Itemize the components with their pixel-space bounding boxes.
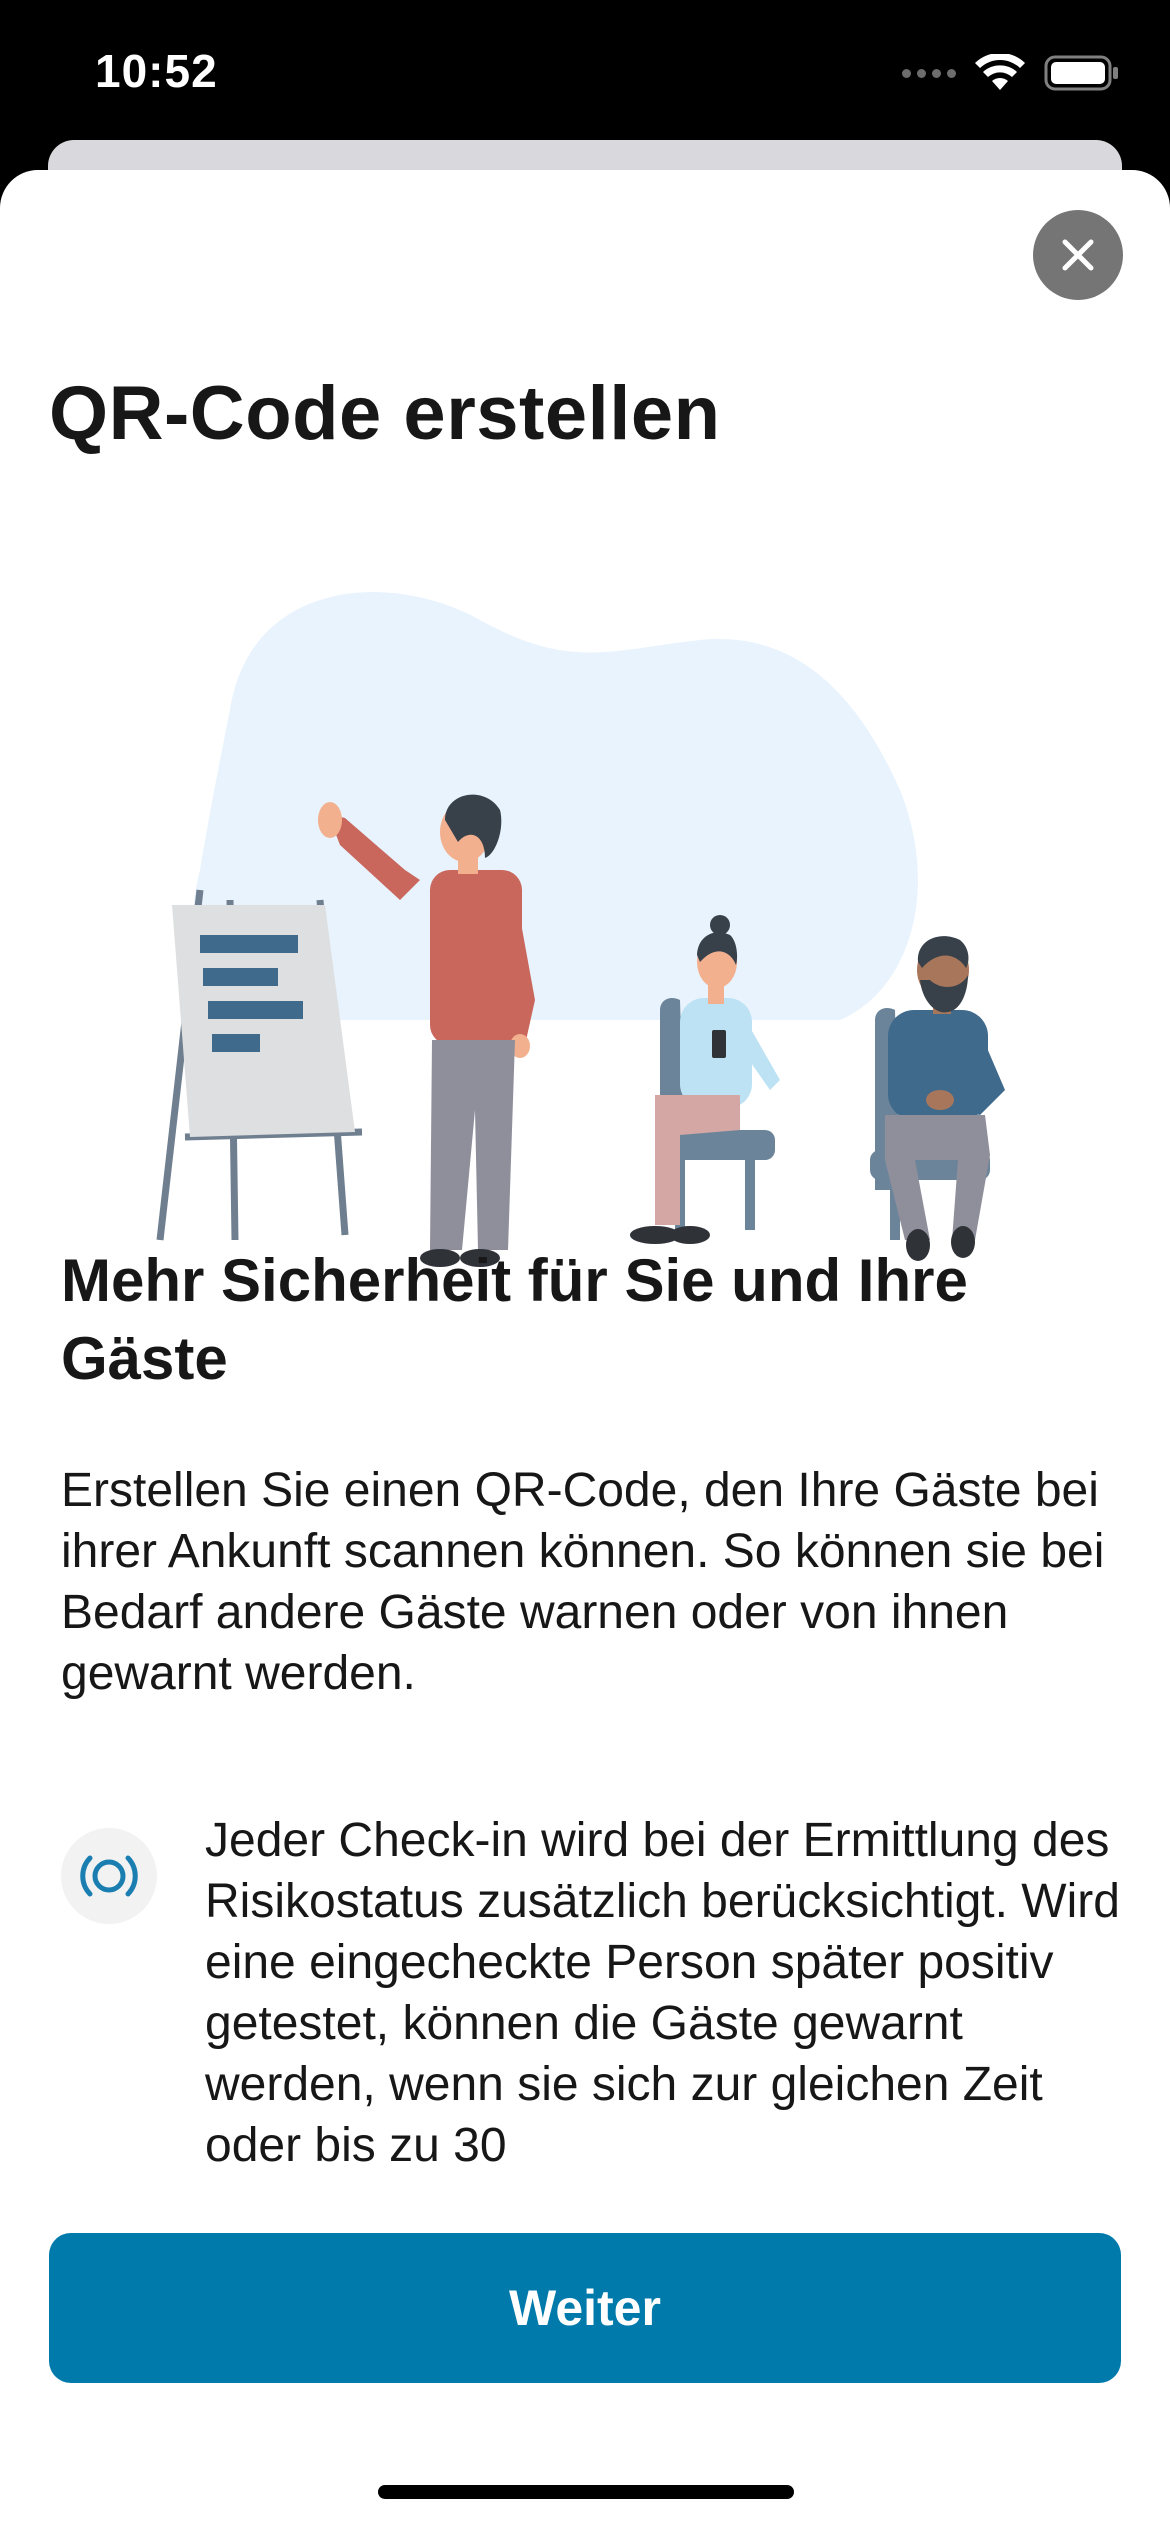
- status-time: 10:52: [95, 45, 218, 97]
- section-body-text: Erstellen Sie einen QR-Code, den Ihre Gä…: [61, 1464, 1105, 1700]
- home-indicator[interactable]: [378, 2485, 794, 2499]
- status-icons: [902, 54, 1120, 92]
- screen: 10:52 QR-Code erstellen Mehr Sicherheit …: [0, 0, 1170, 2532]
- cellular-signal-icon: [902, 68, 956, 78]
- continue-button[interactable]: Weiter: [49, 2233, 1121, 2383]
- wifi-icon: [975, 54, 1025, 90]
- info-text: Jeder Check-in wird bei der Ermittlung d…: [205, 1814, 1120, 2172]
- presentation-illustration: [156, 592, 1005, 1267]
- close-button[interactable]: [1033, 210, 1123, 300]
- section-heading: Mehr Sicherheit für Sie und Ihre Gäste: [61, 1247, 968, 1392]
- status-bar: 10:52: [0, 0, 1170, 150]
- close-icon: [1062, 239, 1094, 271]
- page-title: QR-Code erstellen: [49, 371, 721, 456]
- exposure-tracing-icon: [61, 1828, 157, 1924]
- battery-icon: [1044, 55, 1118, 91]
- modal-sheet: QR-Code erstellen Mehr Sicherheit für Si…: [0, 170, 1170, 2532]
